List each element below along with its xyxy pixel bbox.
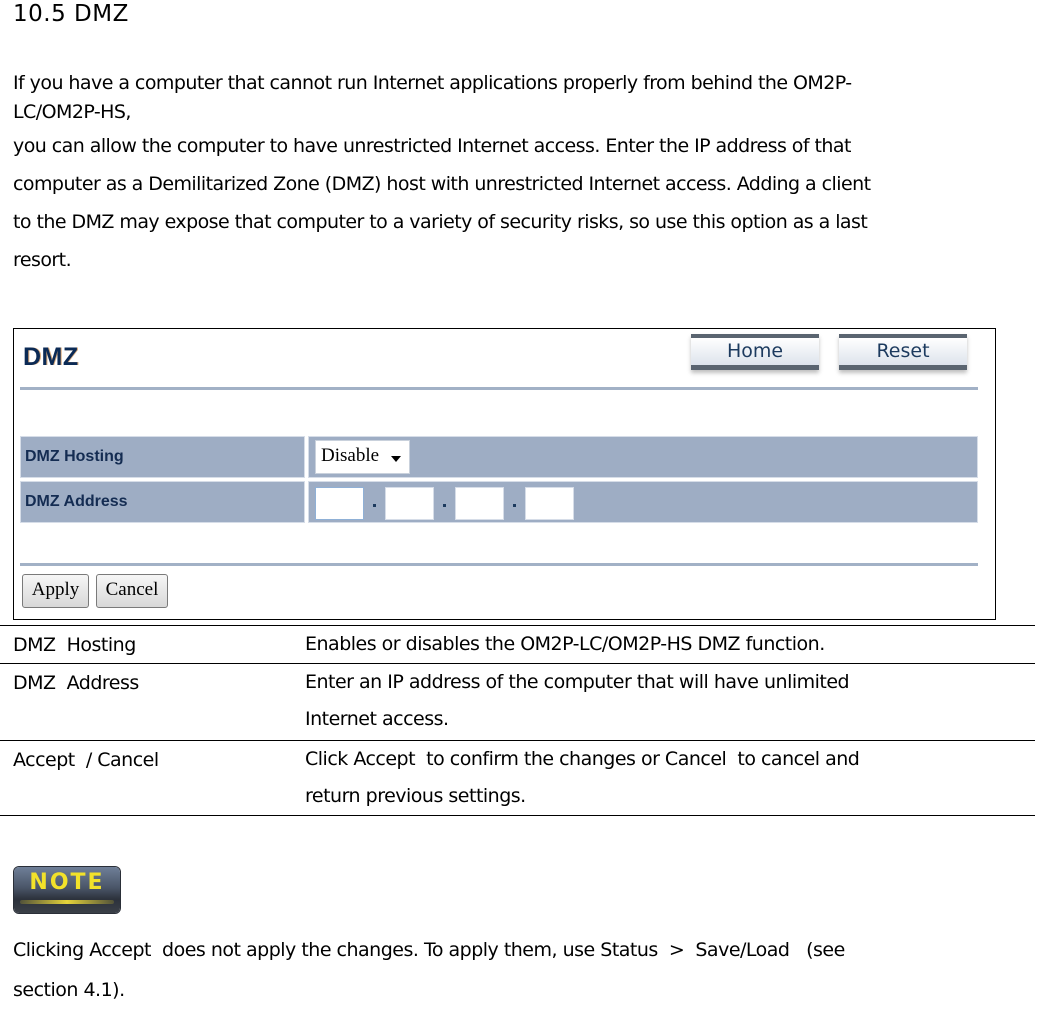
dmz-hosting-label: DMZ Hosting (20, 436, 305, 478)
description-definition: Enter an IP address of the computer that… (305, 664, 985, 738)
dmz-address-row: DMZ Address (20, 481, 978, 523)
divider (20, 563, 978, 566)
note-badge-glow (20, 900, 114, 904)
dmz-address-value-cell (308, 481, 978, 523)
description-term: DMZ Address (13, 672, 139, 694)
dmz-hosting-row: DMZ Hosting Disable (20, 436, 978, 478)
ip-octet-3-input[interactable] (455, 487, 504, 520)
dmz-hosting-selected-value: Disable (321, 445, 380, 466)
description-row: Accept / Cancel Click Accept to confirm … (0, 740, 1035, 816)
dmz-settings-screenshot: DMZ Home Reset DMZ Hosting Disable DMZ A… (13, 328, 996, 620)
description-table: DMZ Hosting Enables or disables the OM2P… (0, 625, 1035, 816)
dropdown-arrow-icon (391, 456, 401, 462)
home-button[interactable]: Home (691, 334, 819, 370)
intro-line: resort. (13, 249, 72, 271)
divider (20, 387, 978, 390)
description-row: DMZ Hosting Enables or disables the OM2P… (0, 625, 1035, 663)
note-icon: NOTE (14, 867, 120, 913)
intro-line: If you have a computer that cannot run I… (13, 72, 852, 94)
ip-octet-4-input[interactable] (525, 487, 574, 520)
description-definition: Click Accept to confirm the changes or C… (305, 741, 985, 815)
dmz-address-label: DMZ Address (20, 481, 305, 523)
intro-line: to the DMZ may expose that computer to a… (13, 211, 868, 233)
definition-line: return previous settings. (305, 785, 526, 807)
intro-line: LC/OM2P-HS, (13, 101, 131, 123)
description-term: DMZ Hosting (13, 634, 136, 656)
panel-title: DMZ (23, 343, 79, 371)
description-definition: Enables or disables the OM2P-LC/OM2P-HS … (305, 626, 985, 663)
note-line: Clicking Accept does not apply the chang… (13, 939, 845, 961)
description-row: DMZ Address Enter an IP address of the c… (0, 663, 1035, 740)
intro-line: computer as a Demilitarized Zone (DMZ) h… (13, 173, 871, 195)
cancel-button[interactable]: Cancel (96, 574, 168, 608)
reset-button[interactable]: Reset (839, 334, 967, 370)
definition-line: Click Accept to confirm the changes or C… (305, 748, 860, 770)
definition-line: Enables or disables the OM2P-LC/OM2P-HS … (305, 633, 825, 655)
description-term: Accept / Cancel (13, 749, 159, 771)
ip-separator-dot (373, 504, 376, 507)
dmz-hosting-select[interactable]: Disable (315, 440, 410, 474)
definition-line: Enter an IP address of the computer that… (305, 671, 850, 693)
note-text: Clicking Accept does not apply the chang… (13, 930, 1043, 1010)
note-badge-label: NOTE (29, 870, 105, 895)
dmz-hosting-value-cell: Disable (308, 436, 978, 478)
ip-separator-dot (513, 504, 516, 507)
intro-paragraph: If you have a computer that cannot run I… (13, 70, 1047, 279)
apply-button[interactable]: Apply (22, 574, 89, 608)
intro-line: you can allow the computer to have unres… (13, 135, 851, 157)
ip-separator-dot (443, 504, 446, 507)
section-heading: 10.5 DMZ (13, 1, 129, 27)
ip-octet-2-input[interactable] (385, 487, 434, 520)
ip-octet-1-input[interactable] (315, 487, 364, 520)
definition-line: Internet access. (305, 708, 449, 730)
